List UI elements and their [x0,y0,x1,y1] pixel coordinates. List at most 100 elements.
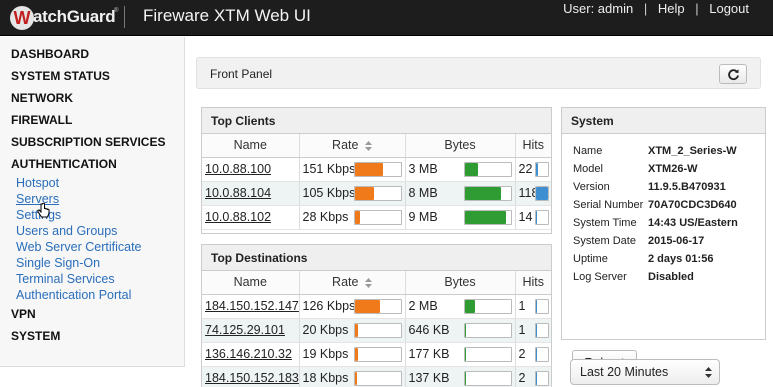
cell-name[interactable]: 184.150.152.147 [202,294,300,319]
sidebar-subitem-terminal-services[interactable]: Terminal Services [0,271,184,287]
sidebar-subitem-web-server-certificate[interactable]: Web Server Certificate [0,239,184,255]
table-row[interactable]: 184.150.152.147 126 Kbps 2 MB 1 [202,294,551,319]
hits-value: 1 [518,323,526,337]
sidebar-item-authentication[interactable]: AUTHENTICATION [0,157,184,175]
host-link[interactable]: 184.150.152.183 [205,371,298,385]
host-link[interactable]: 10.0.88.104 [205,186,271,200]
sidebar-subitem-servers[interactable]: Servers [0,191,184,207]
table-row[interactable]: 184.150.152.183 18 Kbps 137 KB 2 [202,366,551,387]
top-destinations-title: Top Destinations [202,245,551,271]
column-header-hits[interactable]: Hits [515,271,551,295]
system-info-value: Disabled [648,271,694,283]
table-row[interactable]: 10.0.88.104 105 Kbps 8 MB 118 [202,181,551,206]
logout-link[interactable]: Logout [709,1,749,16]
rate-bar-fill [354,162,384,176]
hits-bar [534,322,549,338]
sidebar-subitem-users-and-groups[interactable]: Users and Groups [0,223,184,239]
hits-bar [534,161,549,177]
sidebar-subitem-single-sign-on[interactable]: Single Sign-On [0,255,184,271]
bytes-bar-fill [464,371,466,385]
hits-bar-fill [535,323,537,337]
refresh-button[interactable] [719,64,747,84]
host-link[interactable]: 184.150.152.147 [205,299,298,313]
column-header-rate[interactable]: Rate [299,134,406,158]
bytes-value: 646 KB [408,323,450,337]
help-link[interactable]: Help [658,1,685,16]
host-link[interactable]: 10.0.88.100 [205,162,271,176]
hits-bar-fill [535,186,548,200]
cell-bytes: 177 KB [405,342,516,367]
cell-name[interactable]: 74.125.29.101 [202,318,300,343]
sidebar-subitem-authentication-portal[interactable]: Authentication Portal [0,287,184,307]
watchguard-logo: W atchGuard ® [10,6,122,30]
bytes-bar-fill [464,323,467,337]
select-arrows-icon [705,367,712,378]
hand-cursor-icon [37,203,50,218]
sidebar-item-vpn[interactable]: VPN [0,307,184,329]
sort-icon [364,277,372,288]
hits-bar-fill [535,299,537,313]
table-row[interactable]: 10.0.88.100 151 Kbps 3 MB 22 [202,157,551,182]
app-title: Fireware XTM Web UI [143,6,311,25]
rate-value: 28 Kbps [302,210,349,224]
rate-bar-fill [354,299,380,313]
logo-registered-mark: ® [114,8,119,14]
system-info-label: Log Server [573,271,627,283]
logo-text: atchGuard [33,7,116,26]
system-info-label: Name [573,145,603,157]
sidebar-item-firewall[interactable]: FIREWALL [0,113,184,135]
table-row[interactable]: 74.125.29.101 20 Kbps 646 KB 1 [202,318,551,343]
rate-bar-fill [354,210,361,224]
cell-hits: 118 [515,181,551,206]
cell-bytes: 137 KB [405,366,516,387]
column-header-rate[interactable]: Rate [299,271,406,295]
cell-name[interactable]: 10.0.88.102 [202,205,300,230]
time-range-select[interactable]: Last 20 Minutes [570,359,720,385]
column-header-hits[interactable]: Hits [515,134,551,158]
system-info-label: Version [573,181,610,193]
sidebar-item-system[interactable]: SYSTEM [0,329,184,351]
column-header-bytes[interactable]: Bytes [405,271,516,295]
sidebar-subitem-hotspot[interactable]: Hotspot [0,175,184,191]
hits-bar-fill [535,347,537,361]
table-row[interactable]: 136.146.210.32 19 Kbps 177 KB 2 [202,342,551,367]
system-info-value: XTM26-W [648,163,698,175]
table-row[interactable]: 10.0.88.102 28 Kbps 9 MB 14 [202,205,551,230]
top-destinations-table: Name Rate Bytes Hits 184.150.152.147 126 … [202,271,551,387]
cell-name[interactable]: 184.150.152.183 [202,366,300,387]
system-info-label: Uptime [573,253,608,265]
top-destinations-panel: Top Destinations Name Rate Bytes Hits 18… [201,244,552,387]
cell-name[interactable]: 136.146.210.32 [202,342,300,367]
system-info-value: XTM_2_Series-W [648,145,737,157]
host-link[interactable]: 10.0.88.102 [205,210,271,224]
header-divider [124,6,125,28]
cell-name[interactable]: 10.0.88.100 [202,157,300,182]
host-link[interactable]: 136.146.210.32 [205,347,292,361]
column-header-name[interactable]: Name [202,134,300,158]
system-info-label: Model [573,163,603,175]
bytes-value: 8 MB [408,186,438,200]
sidebar-item-subscription-services[interactable]: SUBSCRIPTION SERVICES [0,135,184,157]
column-header-name[interactable]: Name [202,271,300,295]
user-links: User: admin | Help | Logout [563,1,749,16]
system-info-value: 14:43 US/Eastern [648,217,738,229]
column-header-bytes[interactable]: Bytes [405,134,516,158]
hits-value: 118 [518,186,539,200]
rate-value: 18 Kbps [302,371,349,385]
host-link[interactable]: 74.125.29.101 [205,323,285,337]
sidebar-subitem-settings[interactable]: Settings [0,207,184,223]
bytes-value: 2 MB [408,299,438,313]
sidebar-item-system-status[interactable]: SYSTEM STATUS [0,69,184,91]
system-info-label: Serial Number [573,199,644,211]
cell-bytes: 8 MB [405,181,516,206]
system-info-value: 2015-06-17 [648,235,705,247]
sidebar-item-network[interactable]: NETWORK [0,91,184,113]
bytes-value: 9 MB [408,210,438,224]
cell-name[interactable]: 10.0.88.104 [202,181,300,206]
cell-bytes: 3 MB [405,157,516,182]
rate-bar [353,298,402,314]
hits-value: 22 [518,162,533,176]
cell-rate: 19 Kbps [299,342,406,367]
sidebar-item-dashboard[interactable]: DASHBOARD [0,47,184,69]
rate-bar [353,185,402,201]
